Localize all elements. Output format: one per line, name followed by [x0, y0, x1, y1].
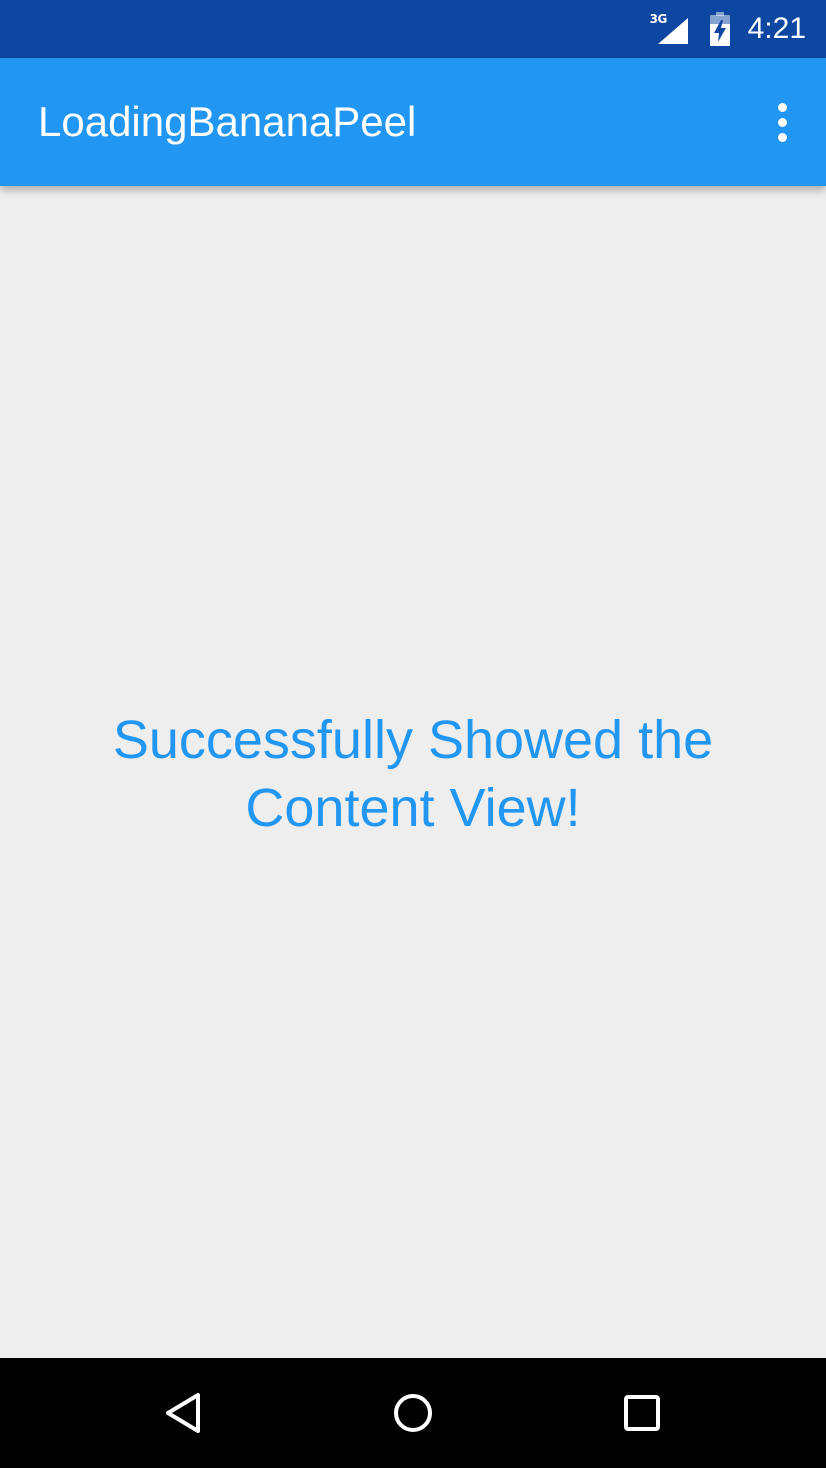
back-icon [166, 1393, 200, 1433]
status-bar: 3G 4:21 [0, 0, 826, 58]
overflow-dot [777, 117, 787, 127]
overflow-dot [777, 102, 787, 112]
content-message: Successfully Showed the Content View! [112, 710, 714, 838]
back-button[interactable] [154, 1383, 214, 1443]
signal-indicator: 3G [650, 12, 690, 46]
signal-icon [657, 18, 688, 44]
status-time: 4:21 [747, 12, 806, 45]
screen: 3G 4:21 LoadingBananaPeel Successfully S… [0, 0, 826, 1468]
recents-icon [624, 1395, 660, 1431]
more-vert-icon[interactable] [766, 94, 798, 150]
recents-button[interactable] [612, 1383, 672, 1443]
content-view: Successfully Showed the Content View! [0, 186, 826, 1358]
battery-charging-icon [709, 12, 730, 46]
overflow-dot [777, 132, 787, 142]
app-bar: LoadingBananaPeel [0, 58, 826, 186]
home-button[interactable] [383, 1383, 443, 1443]
home-icon [394, 1394, 432, 1432]
app-title: LoadingBananaPeel [38, 98, 417, 145]
navigation-bar [0, 1358, 826, 1468]
